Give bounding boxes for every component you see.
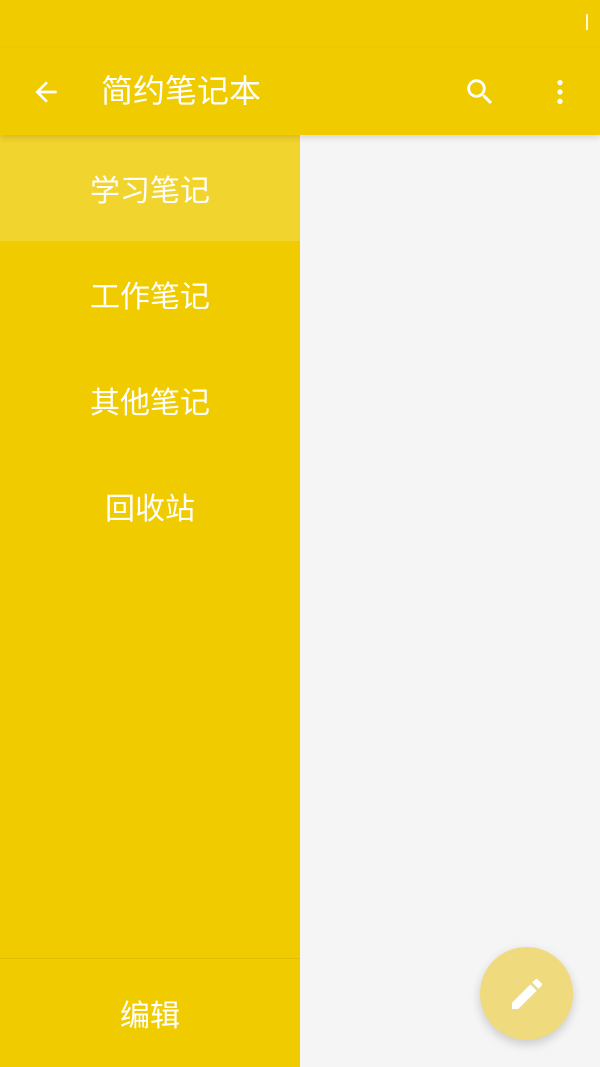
notes-content-area <box>300 135 600 1067</box>
drawer-item-label: 工作笔记 <box>90 280 210 315</box>
more-options-button[interactable] <box>532 64 588 120</box>
edit-button[interactable]: 编辑 <box>0 959 300 1067</box>
drawer-item-work-notes[interactable]: 工作笔记 <box>0 241 300 347</box>
status-bar <box>0 0 600 48</box>
drawer-item-label: 学习笔记 <box>90 174 210 209</box>
back-button[interactable] <box>18 64 74 120</box>
page-title: 简约笔记本 <box>101 72 262 110</box>
edit-label: 编辑 <box>120 999 180 1034</box>
navigation-drawer: 学习笔记 工作笔记 其他笔记 回收站 编辑 <box>0 135 300 1067</box>
search-icon <box>467 79 493 105</box>
arrow-back-icon <box>35 81 57 103</box>
drawer-item-study-notes[interactable]: 学习笔记 <box>0 135 300 241</box>
toolbar: 简约笔记本 <box>0 48 600 135</box>
search-button[interactable] <box>452 64 508 120</box>
drawer-item-recycle-bin[interactable]: 回收站 <box>0 453 300 559</box>
pencil-icon <box>511 978 542 1009</box>
drawer-item-label: 回收站 <box>105 492 195 527</box>
new-note-fab[interactable] <box>480 947 573 1040</box>
drawer-item-other-notes[interactable]: 其他笔记 <box>0 347 300 453</box>
drawer-item-label: 其他笔记 <box>90 386 210 421</box>
more-vert-icon <box>557 80 563 104</box>
status-indicator <box>586 14 588 30</box>
